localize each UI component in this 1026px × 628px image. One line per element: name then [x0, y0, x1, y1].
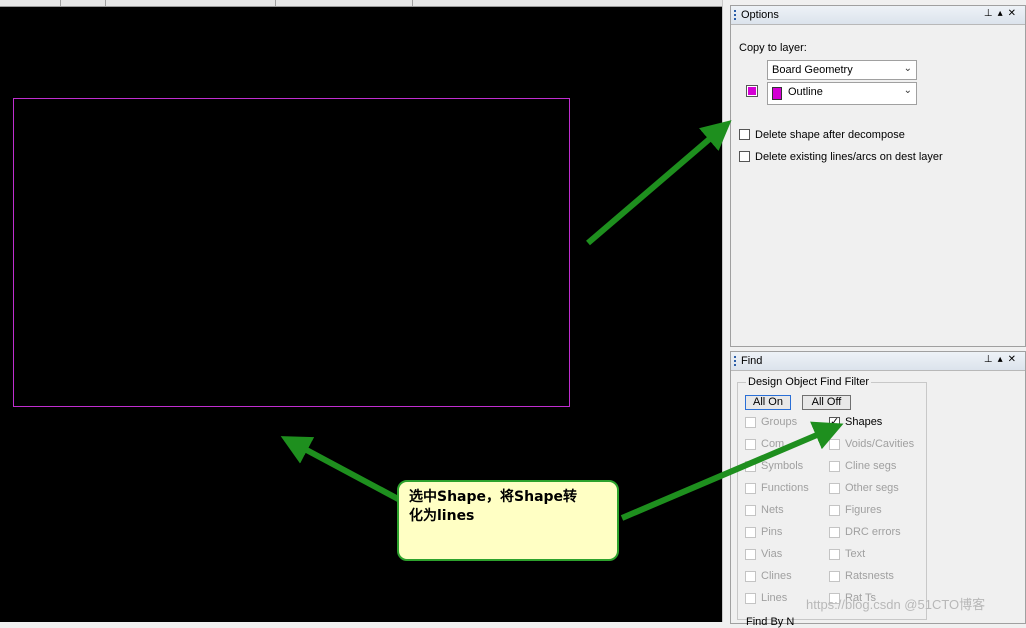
subclass-select-value: Outline: [788, 86, 823, 98]
find-checkbox[interactable]: [745, 417, 756, 428]
find-checkbox[interactable]: [829, 527, 840, 538]
pin-icon[interactable]: ⊥: [984, 8, 998, 19]
all-on-button[interactable]: All On: [745, 395, 791, 410]
tab-divider: [275, 0, 276, 6]
find-checkbox[interactable]: [745, 593, 756, 604]
callout-line-1: 选中Shape，将Shape转: [409, 489, 578, 505]
find-checkbox-label: DRC errors: [845, 526, 901, 538]
find-checkbox-label: Vias: [761, 548, 783, 560]
class-select[interactable]: Board Geometry ⌄: [767, 60, 917, 80]
restore-icon[interactable]: ▴: [998, 354, 1008, 365]
layer-color-fill: [748, 87, 756, 95]
delete-shape-checkbox[interactable]: [739, 129, 750, 140]
find-checkbox-label: Ratsnests: [845, 570, 894, 582]
options-title: Options: [741, 9, 779, 21]
find-checkbox[interactable]: [829, 483, 840, 494]
options-panel: Options ⊥▴✕: [730, 5, 1026, 347]
layer-color-chip: [772, 87, 782, 100]
find-checkbox[interactable]: ✓: [829, 416, 840, 428]
find-checkbox-label: Com: [761, 438, 785, 450]
watermark: https://blog.csdn @51CTO博客: [806, 597, 986, 612]
tab-divider: [60, 0, 61, 6]
grip-icon[interactable]: [734, 10, 736, 20]
find-checkbox[interactable]: [829, 571, 840, 582]
options-titlebar: Options ⊥▴✕: [731, 6, 1025, 25]
panel-controls: ⊥▴✕: [984, 354, 1021, 365]
find-checkbox-label: Voids/Cavities: [845, 438, 915, 450]
find-checkbox-label: Symbols: [761, 460, 804, 472]
find-checkbox-label: Text: [845, 548, 866, 560]
find-checkbox[interactable]: [745, 483, 756, 494]
find-titlebar: Find ⊥▴✕: [731, 352, 1025, 371]
find-checkbox-label: Functions: [761, 482, 809, 494]
copy-to-layer-label: Copy to layer:: [739, 42, 807, 54]
find-checkbox[interactable]: [745, 505, 756, 516]
callout-line-2: 化为lines: [409, 508, 475, 524]
pin-icon[interactable]: ⊥: [984, 354, 998, 365]
tab-divider: [412, 0, 413, 6]
find-checkbox-label: Other segs: [845, 482, 899, 494]
delete-existing-label: Delete existing lines/arcs on dest layer: [755, 151, 943, 163]
find-checkbox[interactable]: [745, 527, 756, 538]
close-icon[interactable]: ✕: [1008, 354, 1021, 365]
close-icon[interactable]: ✕: [1008, 8, 1021, 19]
class-select-value: Board Geometry: [772, 64, 853, 76]
find-checkbox[interactable]: [829, 461, 840, 472]
panel-controls: ⊥▴✕: [984, 8, 1021, 19]
tab-strip: [0, 0, 722, 7]
chevron-down-icon: ⌄: [903, 63, 912, 74]
find-checkbox[interactable]: [829, 549, 840, 560]
layer-color-swatch[interactable]: [746, 85, 758, 97]
find-checkbox[interactable]: [829, 439, 840, 450]
delete-existing-checkbox[interactable]: [739, 151, 750, 162]
find-checkbox-label: Lines: [761, 592, 788, 604]
find-checkbox-label: Groups: [761, 416, 798, 428]
find-checkbox[interactable]: [745, 549, 756, 560]
all-off-button[interactable]: All Off: [802, 395, 851, 410]
tab-divider: [105, 0, 106, 6]
delete-shape-label: Delete shape after decompose: [755, 129, 905, 141]
subclass-select[interactable]: Outline ⌄: [767, 82, 917, 105]
find-checkbox-label: Shapes: [845, 416, 883, 428]
annotation-callout: 选中Shape，将Shape转 化为lines: [397, 480, 619, 561]
find-by-name-label: Find By N: [746, 616, 795, 628]
board-outline-shape[interactable]: [13, 98, 570, 407]
find-checkbox[interactable]: [745, 439, 756, 450]
find-checkbox-label: Nets: [761, 504, 784, 516]
find-checkbox[interactable]: [745, 461, 756, 472]
grip-icon[interactable]: [734, 356, 736, 366]
find-checkbox[interactable]: [745, 571, 756, 582]
find-filter-title: Design Object Find Filter: [746, 376, 872, 388]
find-title: Find: [741, 355, 763, 367]
restore-icon[interactable]: ▴: [998, 8, 1008, 19]
chevron-down-icon: ⌄: [903, 85, 912, 96]
find-checkbox[interactable]: [829, 505, 840, 516]
find-checkbox-label: Clines: [761, 570, 792, 582]
checkmark-icon: ✓: [830, 416, 840, 428]
find-checkbox-label: Pins: [761, 526, 783, 538]
find-checkbox-label: Figures: [845, 504, 882, 516]
find-checkbox-label: Cline segs: [845, 460, 897, 472]
